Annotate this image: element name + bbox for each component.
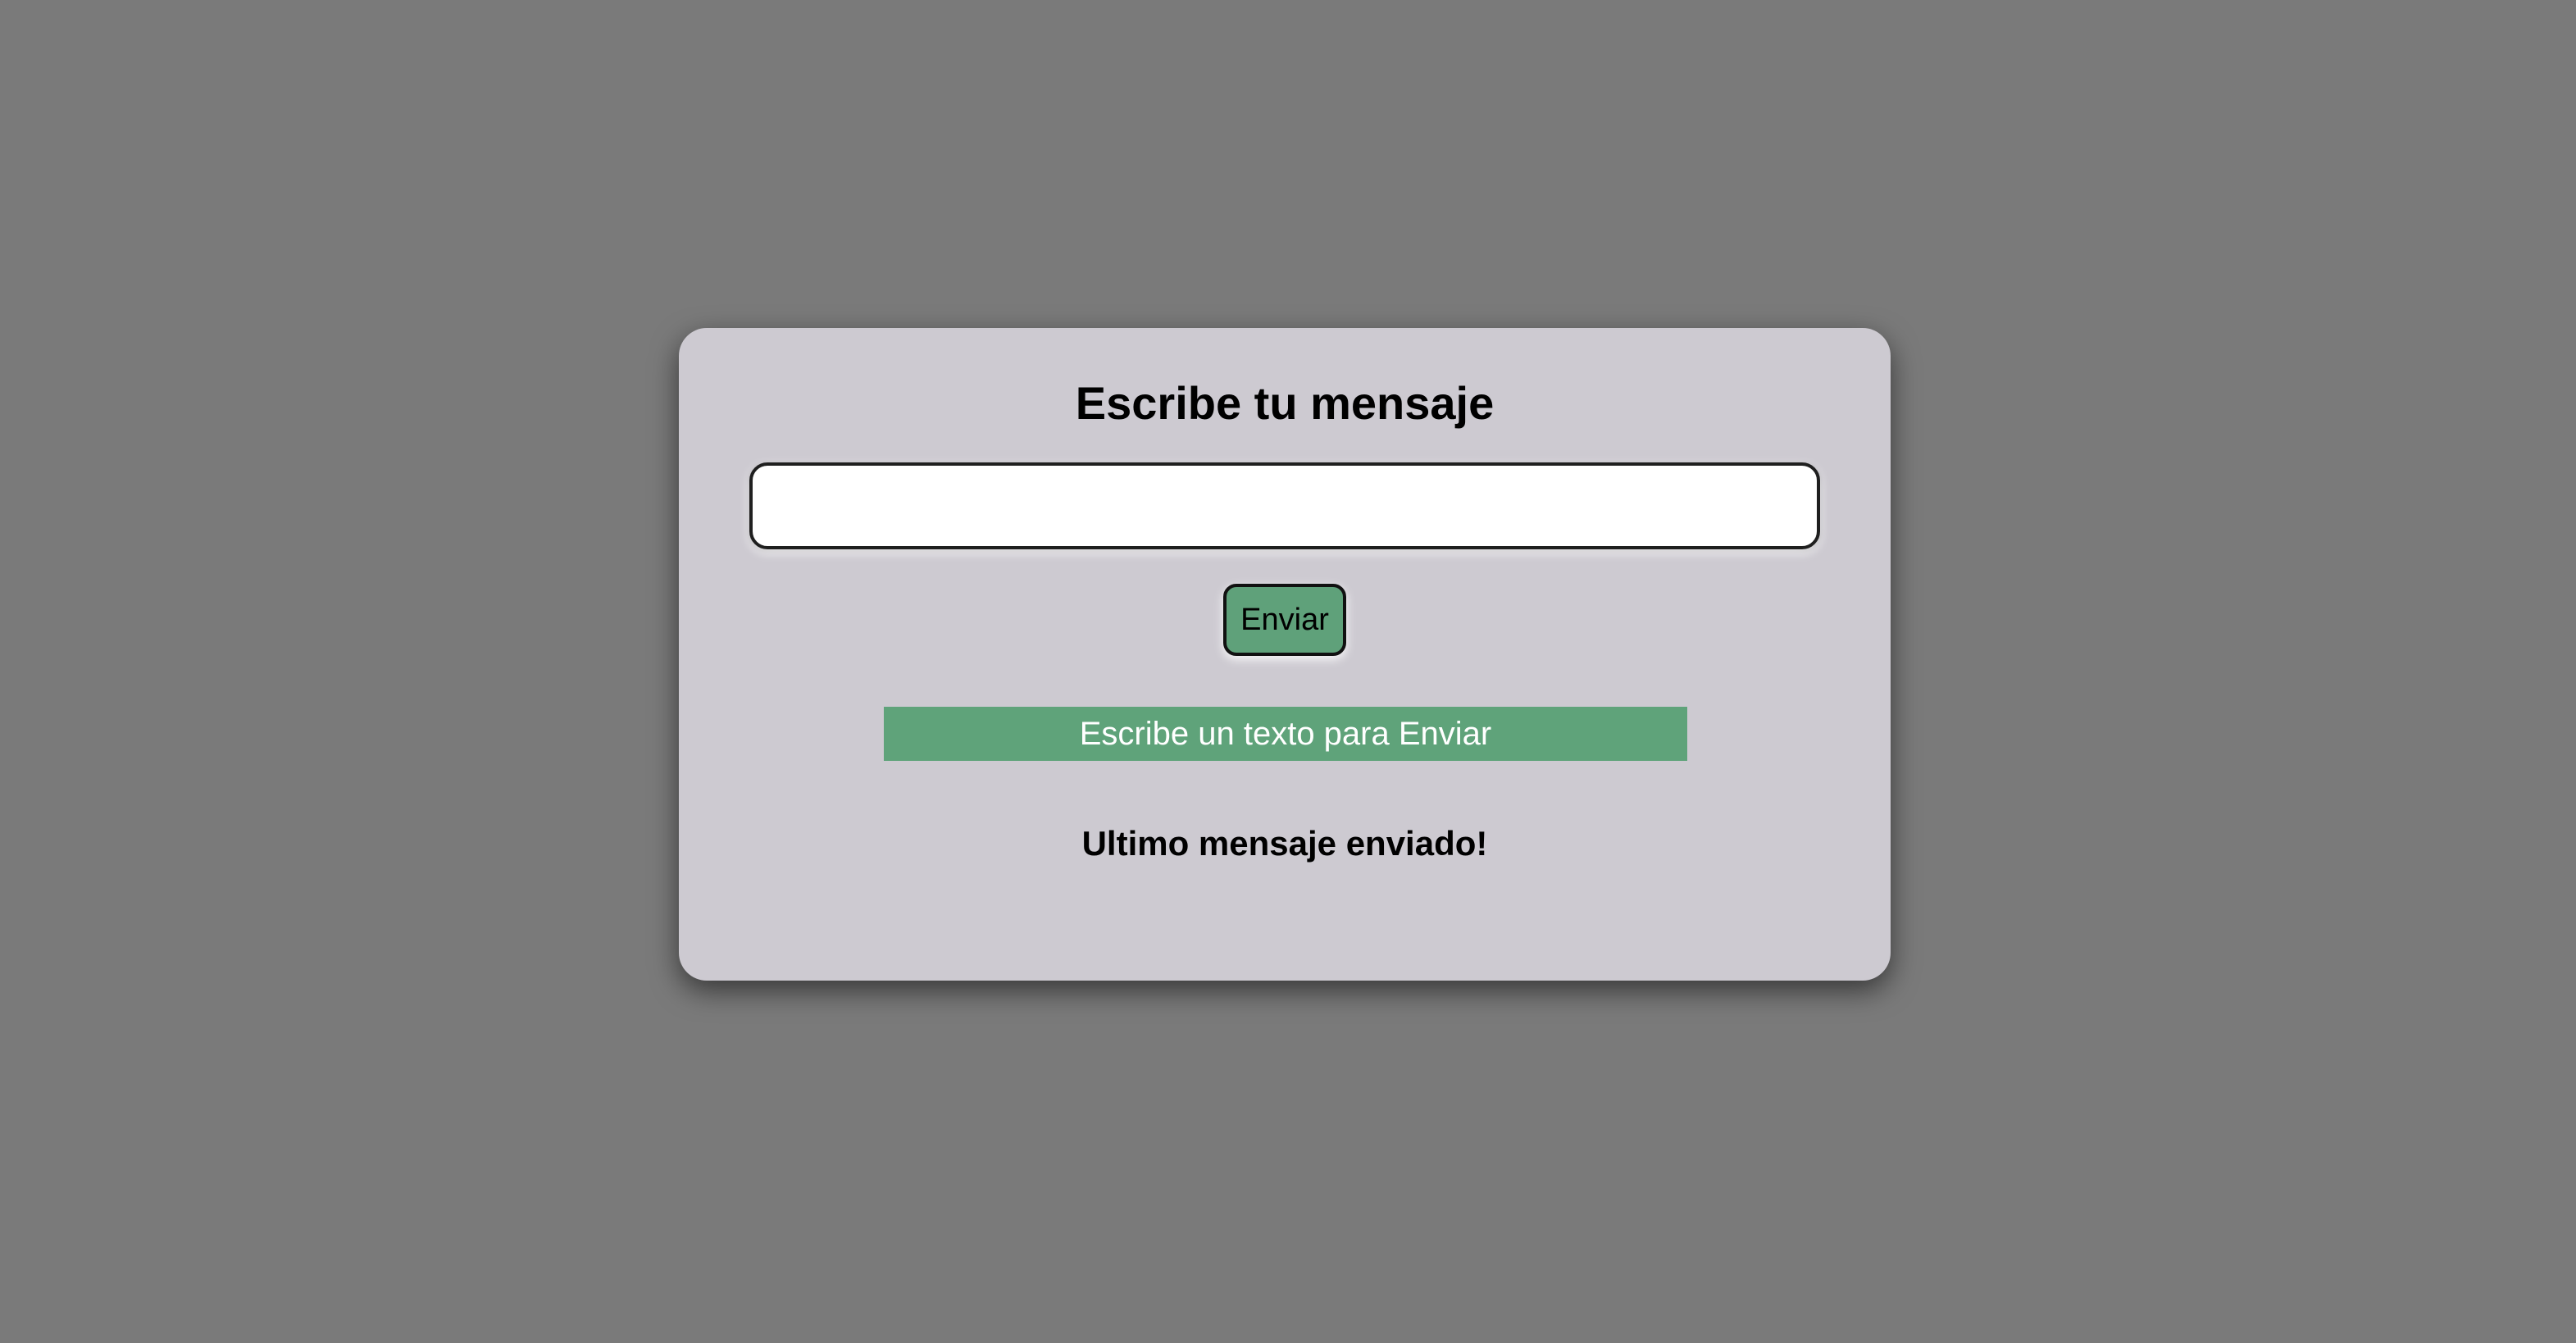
message-card: Escribe tu mensaje Enviar Escribe un tex… <box>679 328 1891 981</box>
last-message-label: Ultimo mensaje enviado! <box>1081 824 1488 863</box>
message-input[interactable] <box>749 462 1820 549</box>
page-title: Escribe tu mensaje <box>1075 377 1495 429</box>
send-button[interactable]: Enviar <box>1223 584 1346 656</box>
status-banner: Escribe un texto para Enviar <box>884 707 1687 761</box>
